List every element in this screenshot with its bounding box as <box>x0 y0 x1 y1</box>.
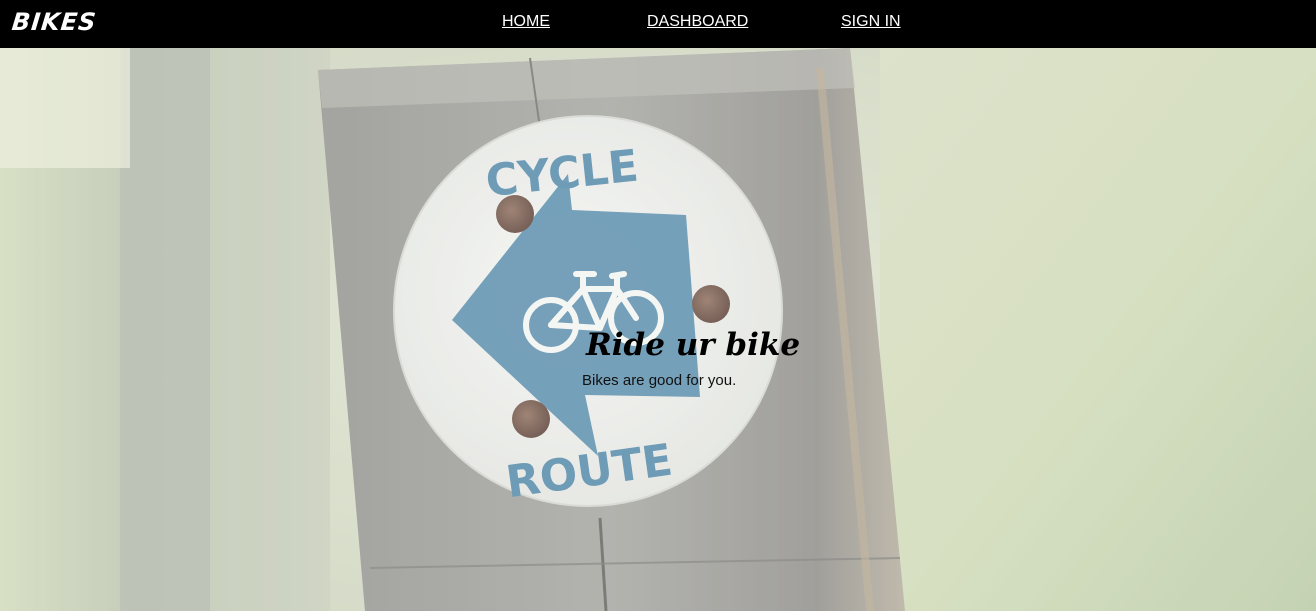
brand-logo[interactable]: BIKES <box>11 8 98 36</box>
page: BIKES HOME DASHBOARD SIGN IN CYCLE ROUTE… <box>0 0 1316 611</box>
hero-title: Ride ur bike <box>586 327 801 363</box>
nav-link-dashboard[interactable]: DASHBOARD <box>647 13 748 31</box>
hero-subtitle: Bikes are good for you. <box>582 372 737 389</box>
nav-link-sign-in[interactable]: SIGN IN <box>841 13 901 31</box>
nav-link-home[interactable]: HOME <box>502 13 550 31</box>
top-navbar: BIKES HOME DASHBOARD SIGN IN <box>0 0 1316 48</box>
hero-section: CYCLE ROUTE Ride ur bike Bikes are good … <box>0 48 1316 611</box>
